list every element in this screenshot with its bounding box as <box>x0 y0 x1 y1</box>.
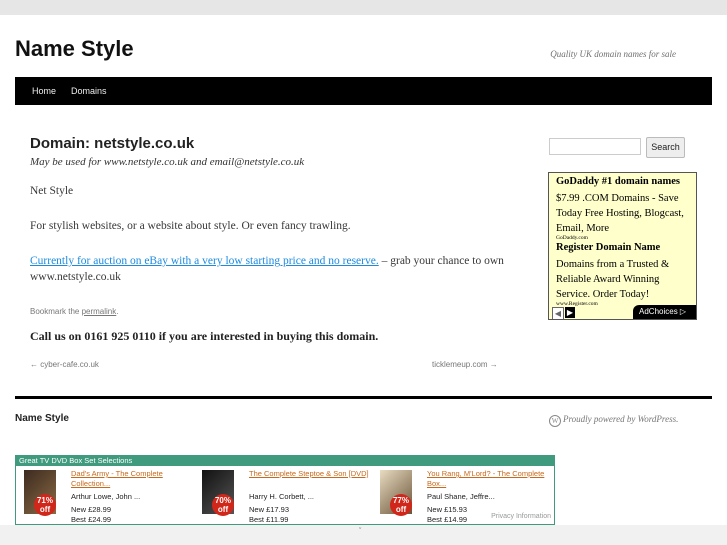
ad-prev-icon[interactable]: ◀ <box>552 307 564 319</box>
discount-percent: 77% <box>392 496 409 505</box>
site-tagline: Quality UK domain names for sale <box>550 49 676 59</box>
bottom-bar: ˇ <box>0 525 727 545</box>
dvd-cast: Harry H. Corbett, ... <box>249 492 315 501</box>
footer-site-title[interactable]: Name Style <box>15 413 69 424</box>
post-content: Domain: netstyle.co.uk May be used for w… <box>30 135 510 369</box>
discount-percent: 71% <box>36 496 53 505</box>
page: Name Style Quality UK domain names for s… <box>0 15 727 525</box>
search-input[interactable] <box>549 138 641 155</box>
discount-badge: 71% off <box>34 494 56 516</box>
ebay-auction-link[interactable]: Currently for auction on eBay with a ver… <box>30 255 379 267</box>
dvd-new-price: New £17.93 <box>249 505 290 514</box>
dvd-title-link[interactable]: Dad's Army - The Complete Collection... <box>71 469 193 489</box>
ad-title-register[interactable]: Register Domain Name <box>556 242 660 253</box>
meta-text: Bookmark the <box>30 307 82 316</box>
discount-off: off <box>217 505 229 514</box>
discount-badge: 70% off <box>212 494 234 516</box>
dvd-item[interactable]: 70% off The Complete Steptoe & Son [DVD] … <box>194 467 372 524</box>
post-paragraph: Net Style <box>30 185 74 197</box>
dvd-cast: Arthur Lowe, John ... <box>71 492 141 501</box>
next-post-link[interactable]: ticklemeup.com → <box>432 360 498 369</box>
discount-badge: 77% off <box>390 494 412 516</box>
powered-by[interactable]: W Proudly powered by WordPress. <box>549 414 678 427</box>
post-paragraph-auction: Currently for auction on eBay with a ver… <box>30 253 510 285</box>
dvd-title-link[interactable]: The Complete Steptoe & Son [DVD] <box>249 469 371 479</box>
dvd-cast: Paul Shane, Jeffre... <box>427 492 495 501</box>
dvd-best-price: Best £24.99 <box>71 515 112 524</box>
ad-next-icon[interactable]: ▶ <box>565 307 575 318</box>
ad-body-register[interactable]: Domains from a Trusted & Reliable Award … <box>556 257 694 302</box>
adchoices-badge[interactable]: AdChoices ▷ <box>633 305 696 319</box>
phone-callout: Call us on 0161 925 0110 if you are inte… <box>30 329 379 343</box>
meta-period: . <box>116 307 119 316</box>
dvd-new-price: New £28.99 <box>71 505 112 514</box>
dvd-item[interactable]: 71% off Dad's Army - The Complete Collect… <box>16 467 194 524</box>
collapse-icon[interactable]: ˇ <box>359 528 361 535</box>
discount-off: off <box>395 505 407 514</box>
nav-item-domains[interactable]: Domains <box>71 86 107 96</box>
dvd-best-price: Best £11.99 <box>249 515 289 524</box>
ad-body-godaddy[interactable]: $7.99 .COM Domains - Save Today Free Hos… <box>556 191 694 236</box>
dvd-widget-header: Great TV DVD Box Set Selections <box>16 456 554 466</box>
wordpress-icon: W <box>549 415 561 427</box>
discount-percent: 70% <box>214 496 231 505</box>
powered-by-text[interactable]: Proudly powered by WordPress. <box>563 414 678 424</box>
dvd-best-price: Best £14.99 <box>427 515 468 524</box>
search-button[interactable]: Search <box>646 137 685 158</box>
post-title: Domain: netstyle.co.uk <box>30 135 195 152</box>
ad-unit[interactable]: GoDaddy #1 domain names $7.99 .COM Domai… <box>548 172 697 320</box>
privacy-information-link[interactable]: Privacy Information <box>491 513 551 520</box>
dvd-title-link[interactable]: You Rang, M'Lord? - The Complete Box... <box>427 469 549 489</box>
ad-title-godaddy[interactable]: GoDaddy #1 domain names <box>556 176 680 187</box>
post-subtitle: May be used for www.netstyle.co.uk and e… <box>30 156 305 168</box>
ad-url-godaddy[interactable]: GoDaddy.com <box>556 235 588 241</box>
main-navigation: Home Domains <box>15 77 712 105</box>
entry-meta: Bookmark the permalink. <box>30 307 119 316</box>
discount-off: off <box>39 505 51 514</box>
post-paragraph: For stylish websites, or a website about… <box>30 220 351 232</box>
dvd-widget: Great TV DVD Box Set Selections 71% off D… <box>15 455 555 525</box>
permalink-link[interactable]: permalink <box>82 307 117 316</box>
prev-post-link[interactable]: ← cyber-cafe.co.uk <box>30 360 99 369</box>
footer-divider <box>15 396 712 399</box>
site-title[interactable]: Name Style <box>15 36 134 62</box>
nav-item-home[interactable]: Home <box>32 86 56 96</box>
dvd-new-price: New £15.93 <box>427 505 468 514</box>
